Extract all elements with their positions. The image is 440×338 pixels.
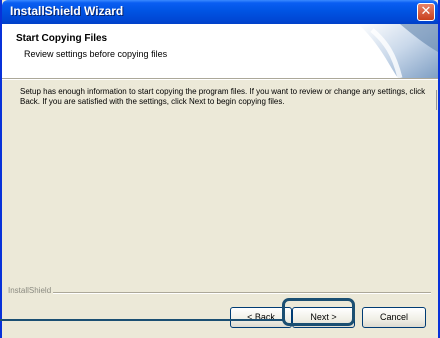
footer-divider [46, 292, 431, 294]
window-title: InstallShield Wizard [10, 4, 124, 18]
installshield-wizard-window: InstallShield Wizard ✕ Start Copying Fil… [0, 0, 440, 338]
right-edge-marks [436, 90, 440, 110]
next-button-highlight [282, 298, 355, 326]
callout-pointer-line [0, 319, 283, 321]
header-panel: Start Copying Files Review settings befo… [2, 24, 438, 79]
instructions-text: Setup has enough information to start co… [20, 87, 426, 106]
header-divider [2, 79, 438, 80]
step-subtitle: Review settings before copying files [24, 49, 168, 59]
close-button[interactable]: ✕ [417, 3, 435, 21]
wizard-graphic-icon [328, 24, 438, 78]
close-icon: ✕ [420, 4, 432, 19]
step-title: Start Copying Files [16, 33, 108, 44]
installshield-brand-label: InstallShield [8, 286, 54, 295]
cancel-button[interactable]: Cancel [362, 307, 426, 328]
title-bar[interactable]: InstallShield Wizard ✕ [2, 0, 438, 24]
